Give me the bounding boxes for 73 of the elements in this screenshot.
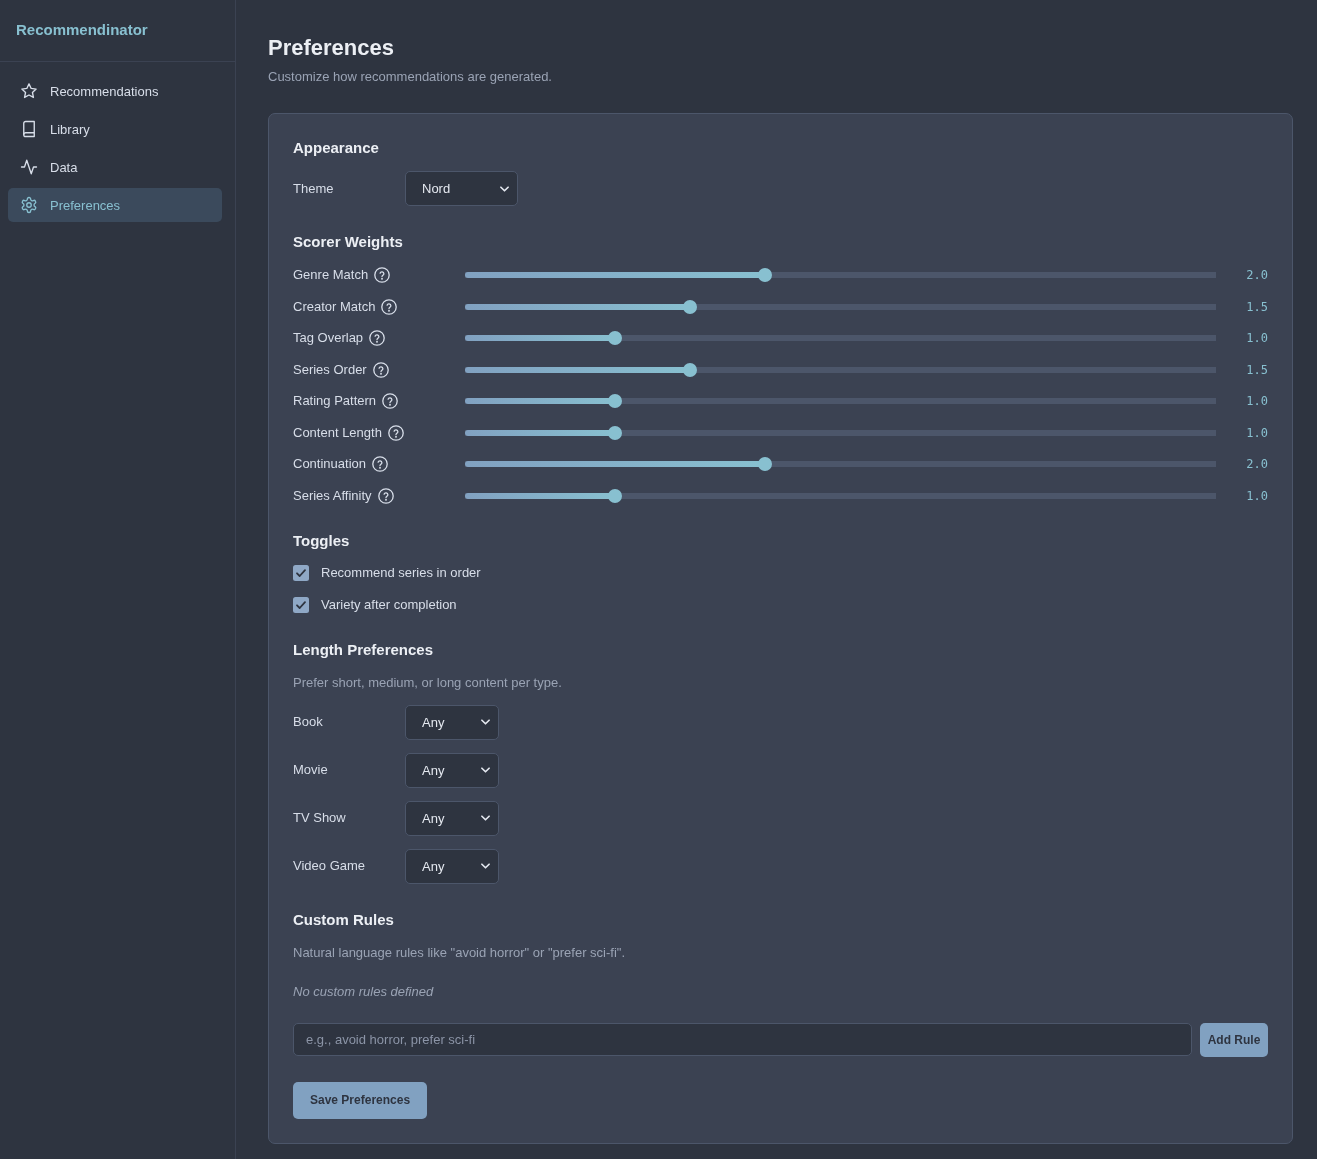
slider-thumb[interactable]	[608, 488, 623, 503]
slider-value: 1.5	[1246, 361, 1268, 378]
nav-item[interactable]: Library	[8, 112, 222, 146]
slider-label: Continuation	[293, 455, 366, 473]
length-select[interactable]: Any	[405, 752, 499, 788]
field-label: TV Show	[293, 809, 347, 827]
slider-label: Rating Pattern	[293, 392, 377, 410]
slider-thumb[interactable]	[608, 331, 623, 345]
slider-value: 2.0	[1246, 267, 1268, 283]
save-preferences-button[interactable]: Save Preferences	[293, 1081, 428, 1119]
slider-label: Genre Match	[293, 266, 369, 284]
section-description: Prefer short, medium, or long content per type.	[293, 673, 563, 692]
checkbox[interactable]	[293, 596, 309, 613]
field-label: Video Game	[293, 857, 367, 875]
help-icon[interactable]	[369, 330, 386, 346]
slider-value: 1.5	[1246, 298, 1268, 315]
help-icon[interactable]	[372, 456, 388, 472]
slider-thumb[interactable]	[683, 299, 698, 314]
length-select[interactable]: Any	[405, 704, 499, 740]
help-icon[interactable]	[377, 487, 394, 504]
empty-state-message: No custom rules defined	[293, 982, 435, 1001]
length-select[interactable]: Any	[405, 848, 499, 884]
length-select[interactable]: Any	[405, 800, 499, 836]
pulse-icon	[20, 158, 38, 176]
slider-value: 1.0	[1246, 393, 1268, 409]
slider-label: Series Affinity	[293, 486, 372, 505]
book-icon	[20, 120, 38, 138]
checkbox[interactable]	[293, 564, 309, 581]
app-logo-text: Recommendinator	[16, 20, 148, 40]
section-description: Natural language rules like "avoid horror" or "prefer sci-fi".	[293, 943, 627, 962]
slider-label: Series Order	[293, 360, 367, 379]
help-icon[interactable]	[372, 361, 389, 378]
slider-value: 1.0	[1246, 330, 1268, 346]
page-subtitle: Customize how recommendations are generated.	[268, 68, 553, 86]
chevron-down-icon	[500, 185, 509, 192]
page-title: Preferences	[268, 34, 395, 62]
slider-value: 2.0	[1246, 456, 1268, 472]
section-heading: Length Preferences	[293, 639, 434, 660]
section-heading: Appearance	[293, 138, 379, 158]
star-icon	[20, 82, 38, 100]
slider-thumb[interactable]	[608, 394, 623, 408]
nav-item[interactable]: Preferences	[8, 188, 222, 222]
section-heading: Toggles	[293, 530, 350, 551]
help-icon[interactable]	[374, 267, 391, 283]
slider-thumb[interactable]	[758, 457, 773, 471]
chevron-down-icon	[481, 863, 490, 869]
slider-thumb[interactable]	[683, 362, 698, 377]
help-icon[interactable]	[387, 424, 404, 441]
field-label: Theme	[293, 179, 335, 198]
section-heading: Custom Rules	[293, 909, 394, 930]
nav-item[interactable]: Data	[8, 150, 222, 184]
slider-thumb[interactable]	[758, 268, 773, 282]
chevron-down-icon	[481, 719, 490, 725]
chevron-down-icon	[481, 815, 490, 821]
nav-item[interactable]: Recommendations	[8, 74, 222, 108]
chevron-down-icon	[481, 767, 490, 773]
checkbox-label: Recommend series in order	[321, 563, 481, 582]
slider-label: Content Length	[293, 423, 382, 442]
slider-label: Tag Overlap	[293, 329, 364, 347]
section-heading: Scorer Weights	[293, 232, 403, 252]
settings-icon	[20, 196, 38, 214]
rule-input[interactable]: e.g., avoid horror, prefer sci-fi	[293, 1022, 1192, 1056]
help-icon[interactable]	[381, 298, 398, 315]
slider-value: 1.0	[1246, 424, 1268, 441]
add-rule-button[interactable]: Add Rule	[1200, 1022, 1268, 1057]
help-icon[interactable]	[382, 393, 399, 409]
theme-select[interactable]: Nord	[405, 171, 518, 206]
field-label: Book	[293, 713, 324, 731]
slider-label: Creator Match	[293, 297, 376, 316]
slider-thumb[interactable]	[608, 425, 623, 440]
slider-value: 1.0	[1246, 487, 1268, 504]
field-label: Movie	[293, 761, 329, 779]
checkbox-label: Variety after completion	[321, 595, 457, 614]
